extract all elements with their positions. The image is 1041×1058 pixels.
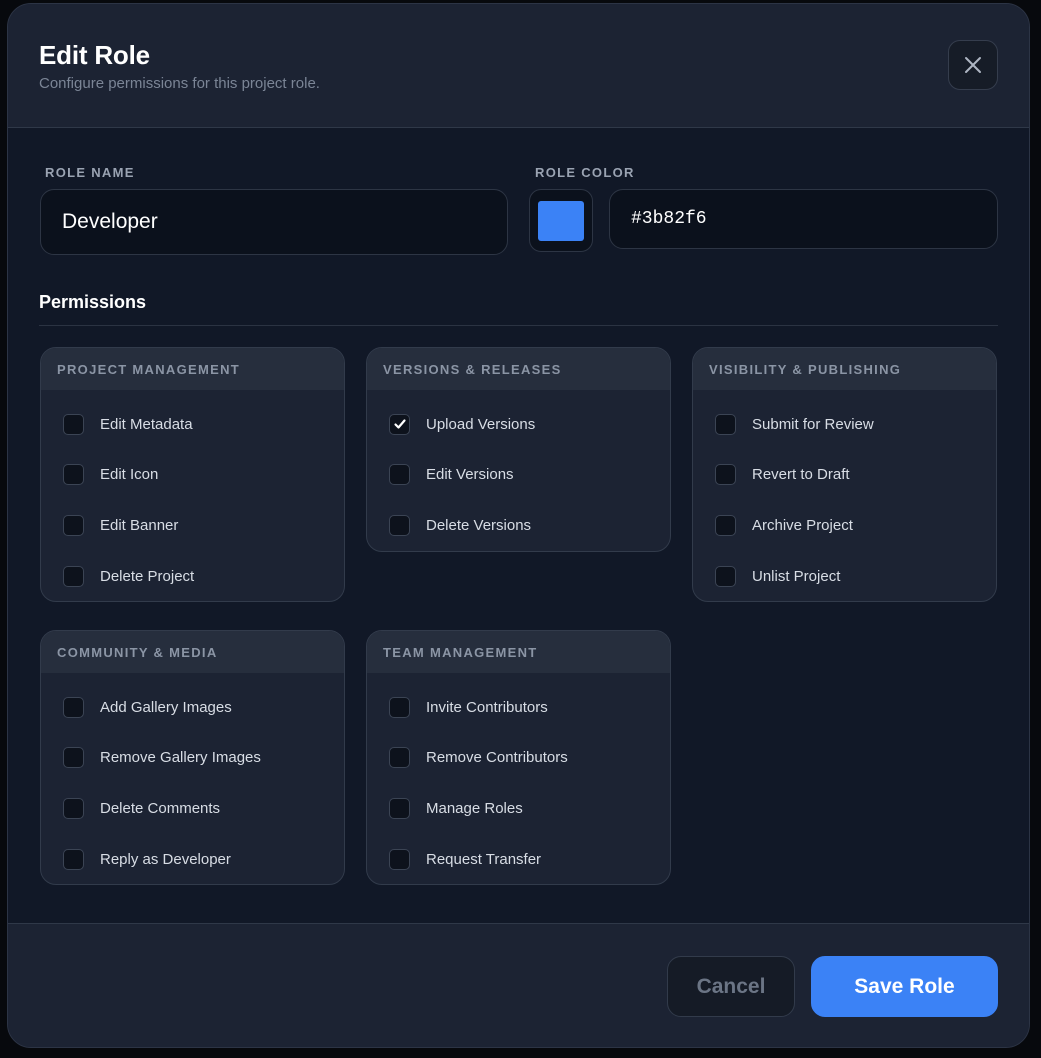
permission-label: Delete Project	[100, 567, 195, 585]
permission-label: Remove Contributors	[426, 749, 568, 767]
permission-label: Edit Versions	[426, 466, 514, 484]
role-color-hex-input[interactable]	[609, 189, 998, 249]
permission-group-community-media: COMMUNITY & MEDIA Add Gallery Images Rem…	[40, 630, 345, 886]
checkbox[interactable]	[63, 514, 84, 536]
checkbox[interactable]	[63, 413, 84, 435]
checkbox[interactable]	[63, 565, 84, 587]
permission-label: Upload Versions	[426, 415, 536, 433]
dialog-subtitle: Configure permissions for this project r…	[39, 75, 320, 92]
permission-upload-versions[interactable]: Upload Versions	[367, 399, 670, 450]
permission-label: Archive Project	[752, 516, 853, 534]
permission-delete-project[interactable]: Delete Project	[41, 551, 344, 602]
role-name-label: ROLE NAME	[45, 165, 135, 180]
dialog-header: Edit Role Configure permissions for this…	[8, 4, 1029, 128]
permission-remove-contributors[interactable]: Remove Contributors	[367, 733, 670, 784]
group-title: TEAM MANAGEMENT	[367, 631, 670, 673]
group-title: PROJECT MANAGEMENT	[41, 348, 344, 390]
permission-archive-project[interactable]: Archive Project	[693, 500, 996, 551]
permission-submit-for-review[interactable]: Submit for Review	[693, 399, 996, 450]
group-title: COMMUNITY & MEDIA	[41, 631, 344, 673]
permission-group-visibility-publishing: VISIBILITY & PUBLISHING Submit for Revie…	[692, 347, 997, 603]
permission-label: Delete Versions	[426, 516, 532, 534]
permission-group-team-management: TEAM MANAGEMENT Invite Contributors Remo…	[366, 630, 671, 886]
permissions-heading: Permissions	[39, 292, 147, 312]
permission-label: Edit Icon	[100, 466, 159, 484]
permission-revert-to-draft[interactable]: Revert to Draft	[693, 450, 996, 501]
color-swatch	[538, 200, 584, 241]
permission-label: Edit Metadata	[100, 415, 193, 433]
permission-group-versions-releases: VERSIONS & RELEASES Upload Versions Edit…	[366, 347, 671, 552]
checkbox[interactable]	[715, 464, 736, 486]
checkbox[interactable]	[63, 848, 84, 870]
permission-unlist-project[interactable]: Unlist Project	[693, 551, 996, 602]
role-name-input[interactable]	[40, 189, 508, 255]
permission-edit-icon[interactable]: Edit Icon	[41, 450, 344, 501]
permission-label: Request Transfer	[426, 850, 542, 868]
permission-group-project-management: PROJECT MANAGEMENT Edit Metadata Edit Ic…	[40, 347, 345, 603]
close-icon	[965, 57, 981, 73]
permission-invite-contributors[interactable]: Invite Contributors	[367, 682, 670, 733]
group-title: VISIBILITY & PUBLISHING	[693, 348, 996, 390]
role-color-label: ROLE COLOR	[535, 165, 635, 180]
checkbox[interactable]	[715, 565, 736, 587]
permission-edit-versions[interactable]: Edit Versions	[367, 450, 670, 501]
checkbox[interactable]	[389, 797, 410, 819]
permission-label: Edit Banner	[100, 516, 179, 534]
group-title: VERSIONS & RELEASES	[367, 348, 670, 390]
permissions-divider	[39, 325, 998, 326]
dialog-footer: Cancel Save Role	[8, 923, 1029, 1047]
edit-role-dialog: Edit Role Configure permissions for this…	[7, 3, 1030, 1048]
permission-label: Invite Contributors	[426, 698, 548, 716]
permission-edit-banner[interactable]: Edit Banner	[41, 500, 344, 551]
permission-delete-comments[interactable]: Delete Comments	[41, 783, 344, 834]
checkbox[interactable]	[389, 848, 410, 870]
permission-label: Reply as Developer	[100, 850, 231, 868]
permission-add-gallery-images[interactable]: Add Gallery Images	[41, 682, 344, 733]
checkbox[interactable]	[389, 747, 410, 769]
permission-label: Revert to Draft	[752, 466, 850, 484]
permission-label: Delete Comments	[100, 799, 221, 817]
checkbox[interactable]	[389, 514, 410, 536]
save-role-button[interactable]: Save Role	[811, 956, 998, 1017]
dialog-title: Edit Role	[39, 40, 150, 70]
permission-label: Unlist Project	[752, 567, 841, 585]
checkbox[interactable]	[63, 696, 84, 718]
permission-label: Manage Roles	[426, 799, 523, 817]
permission-label: Add Gallery Images	[100, 698, 232, 716]
color-picker-button[interactable]	[529, 189, 593, 252]
permission-reply-as-developer[interactable]: Reply as Developer	[41, 834, 344, 885]
cancel-button[interactable]: Cancel	[667, 956, 795, 1017]
permission-edit-metadata[interactable]: Edit Metadata	[41, 399, 344, 450]
permission-remove-gallery-images[interactable]: Remove Gallery Images	[41, 733, 344, 784]
checkbox[interactable]	[715, 413, 736, 435]
checkbox[interactable]	[389, 696, 410, 718]
permission-label: Submit for Review	[752, 415, 874, 433]
permission-manage-roles[interactable]: Manage Roles	[367, 783, 670, 834]
dialog-body: ROLE NAME ROLE COLOR Permissions PROJECT…	[8, 128, 1029, 923]
permission-delete-versions[interactable]: Delete Versions	[367, 500, 670, 551]
checkbox[interactable]	[715, 514, 736, 536]
checkbox[interactable]	[63, 797, 84, 819]
checkbox[interactable]	[389, 464, 410, 486]
checkbox[interactable]	[63, 747, 84, 769]
checkbox[interactable]	[63, 464, 84, 486]
checkbox[interactable]	[389, 413, 410, 435]
checkmark-icon	[393, 419, 406, 429]
permission-label: Remove Gallery Images	[100, 749, 261, 767]
close-button[interactable]	[948, 40, 998, 90]
permission-request-transfer[interactable]: Request Transfer	[367, 834, 670, 885]
